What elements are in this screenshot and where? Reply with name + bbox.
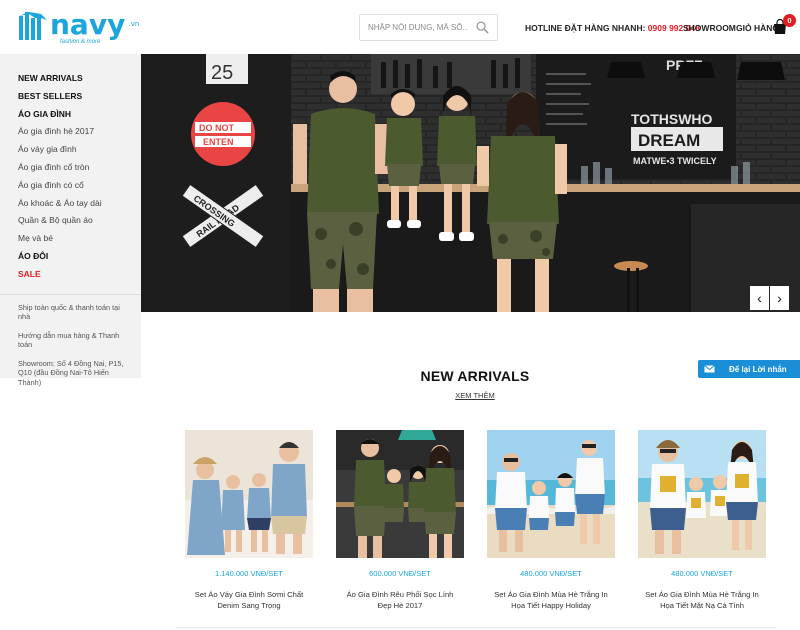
menu-item-quan-bo-quan-ao[interactable]: Quần & Bộ quần áo bbox=[0, 214, 141, 232]
section-divider bbox=[176, 627, 776, 628]
hero-banner-image: PRFF TOTHSWHO DREAM MATWE•3 TWICELY 25 D… bbox=[141, 54, 800, 312]
menu-item-ao-khoac[interactable]: Áo khoác & Áo tay dài bbox=[0, 197, 141, 215]
slider-prev-button[interactable]: ‹ bbox=[750, 286, 769, 310]
leave-message-button[interactable]: Để lại Lời nhắn bbox=[698, 360, 800, 378]
menu-item-co-tron[interactable]: Áo gia đình cổ tròn bbox=[0, 161, 141, 179]
mail-icon bbox=[704, 365, 715, 373]
product-price: 480.000 VNĐ/SET bbox=[520, 569, 582, 578]
menu-item-sale[interactable]: SALE bbox=[0, 268, 141, 286]
info-payment-guide[interactable]: Hướng dẫn mua hàng & Thanh toán bbox=[0, 331, 141, 350]
view-more-link[interactable]: XEM THÊM bbox=[375, 391, 575, 400]
search-icon[interactable] bbox=[476, 21, 489, 34]
sign-do-not: DO NOT bbox=[199, 123, 235, 133]
site-logo[interactable]: navy .vn fashion & more bbox=[18, 8, 140, 46]
info-shipping[interactable]: Ship toàn quốc & thanh toán tại nhà bbox=[0, 303, 141, 322]
menu-item-co-co[interactable]: Áo gia đình có cổ bbox=[0, 179, 141, 197]
showroom-link[interactable]: SHOWROOM bbox=[683, 23, 736, 33]
board-text-3: MATWE•3 TWICELY bbox=[633, 156, 717, 166]
product-card[interactable]: 1.140.000 VNĐ/SET Set Áo Váy Gia Đình Sơ… bbox=[185, 430, 313, 611]
menu-item-best-sellers[interactable]: BEST SELLERS bbox=[0, 90, 141, 108]
product-card[interactable]: 600.000 VNĐ/SET Áo Gia Đình Rêu Phối Sọc… bbox=[336, 430, 464, 611]
leave-message-label: Để lại Lời nhắn bbox=[729, 364, 787, 374]
navy-logo-icon bbox=[19, 12, 47, 40]
product-price: 600.000 VNĐ/SET bbox=[369, 569, 431, 578]
menu-item-new-arrivals[interactable]: NEW ARRIVALS bbox=[0, 72, 141, 90]
store-info-list: Ship toàn quốc & thanh toán tại nhà Hướn… bbox=[0, 303, 141, 388]
product-card[interactable]: 480.000 VNĐ/SET Set Áo Gia Đình Mùa Hè T… bbox=[487, 430, 615, 611]
product-price: 480.000 VNĐ/SET bbox=[671, 569, 733, 578]
search-box bbox=[359, 14, 498, 41]
product-image[interactable] bbox=[487, 430, 615, 558]
info-showroom-address: Showroom: Số 4 Đồng Nai, P15, Q10 (đầu Đ… bbox=[18, 358, 124, 387]
sign-number: 25 bbox=[211, 62, 233, 84]
section-title-new-arrivals: NEW ARRIVALS bbox=[420, 368, 530, 384]
menu-item-ao-gia-dinh-he-2017[interactable]: Áo gia đình hè 2017 bbox=[0, 125, 141, 143]
product-image[interactable] bbox=[336, 430, 464, 558]
site-header: navy.vn fashion & more HOTLINE ĐẶT HÀNG … bbox=[0, 0, 800, 54]
board-text-2: DREAM bbox=[638, 131, 700, 150]
hero-banner[interactable]: PRFF TOTHSWHO DREAM MATWE•3 TWICELY 25 D… bbox=[141, 54, 800, 312]
hotline-label: HOTLINE ĐẶT HÀNG NHANH: bbox=[525, 23, 646, 33]
product-price: 1.140.000 VNĐ/SET bbox=[215, 569, 283, 578]
product-image[interactable] bbox=[638, 430, 766, 558]
logo-wordmark: navy .vn bbox=[50, 8, 140, 41]
sign-enter: ENTEN bbox=[203, 137, 234, 147]
product-grid: 1.140.000 VNĐ/SET Set Áo Váy Gia Đình Sơ… bbox=[185, 430, 785, 630]
menu-item-ao-gia-dinh[interactable]: ÁO GIA ĐÌNH bbox=[0, 108, 141, 126]
sidebar-divider bbox=[0, 293, 141, 295]
product-card[interactable]: 480.000 VNĐ/SET Set Áo Gia Đình Mùa Hè T… bbox=[638, 430, 766, 611]
cart-count-badge: 0 bbox=[783, 14, 796, 27]
product-name[interactable]: Set Áo Gia Đình Mùa Hè Trắng In Họa Tiết… bbox=[638, 589, 766, 611]
menu-item-me-va-be[interactable]: Mẹ và bé bbox=[0, 232, 141, 250]
hotline: HOTLINE ĐẶT HÀNG NHANH: 0909 992 048 bbox=[525, 23, 700, 33]
product-name[interactable]: Set Áo Gia Đình Mùa Hè Trắng In Họa Tiết… bbox=[487, 589, 615, 611]
sidebar: NEW ARRIVALS BEST SELLERS ÁO GIA ĐÌNH Áo… bbox=[0, 54, 141, 387]
product-name[interactable]: Set Áo Váy Gia Đình Sơmi Chất Denim Sang… bbox=[185, 589, 313, 611]
board-text-1: TOTHSWHO bbox=[631, 111, 713, 127]
menu-item-ao-doi[interactable]: ÁO ĐÔI bbox=[0, 250, 141, 268]
product-name[interactable]: Áo Gia Đình Rêu Phối Sọc Lính Đẹp Hè 201… bbox=[336, 589, 464, 611]
category-menu: NEW ARRIVALS BEST SELLERS ÁO GIA ĐÌNH Áo… bbox=[0, 54, 141, 286]
search-input[interactable] bbox=[360, 15, 468, 40]
product-image[interactable] bbox=[185, 430, 313, 558]
slider-next-button[interactable]: › bbox=[770, 286, 789, 310]
menu-item-ao-vay-gia-dinh[interactable]: Áo váy gia đình bbox=[0, 143, 141, 161]
logo-tagline: fashion & more bbox=[60, 39, 101, 45]
